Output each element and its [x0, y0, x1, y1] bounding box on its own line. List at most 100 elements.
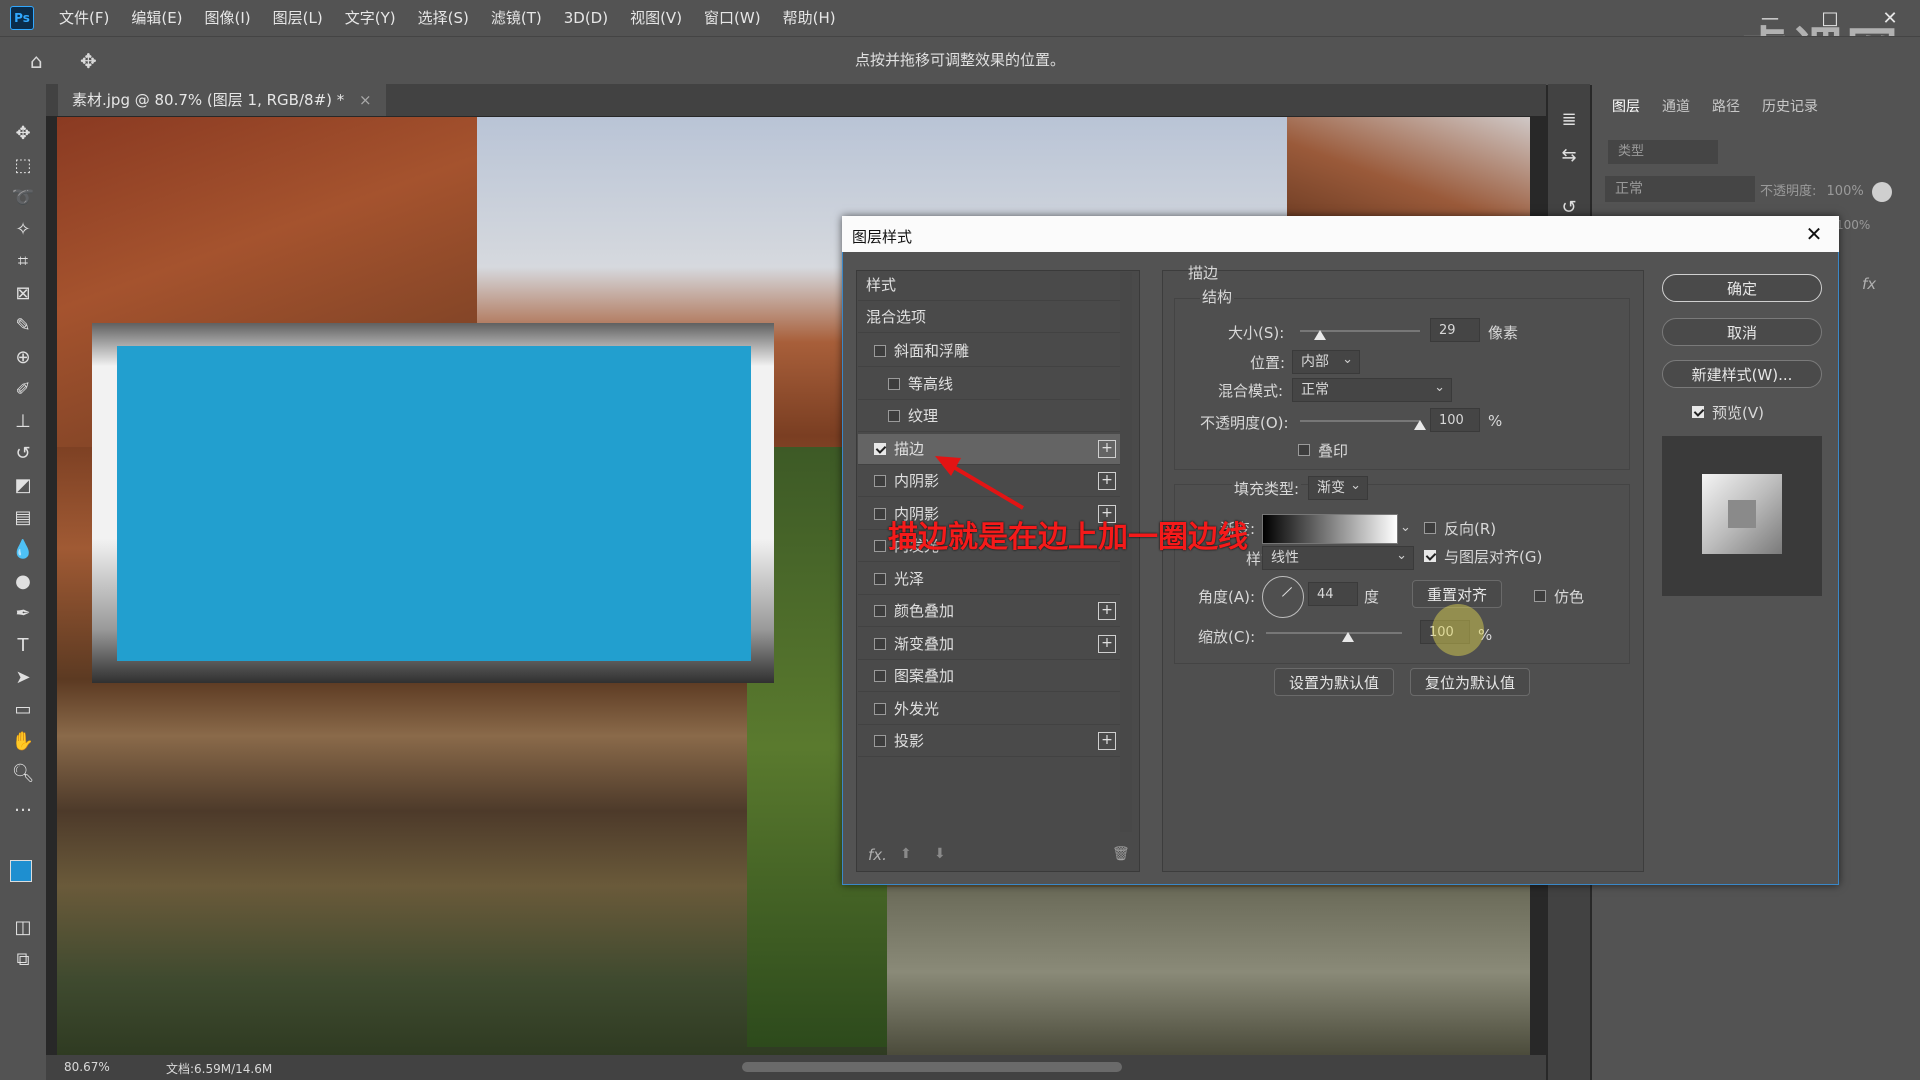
menu-item[interactable]: 选择(S) — [407, 0, 480, 36]
angle-dial[interactable] — [1262, 576, 1304, 618]
move-down-icon[interactable]: ⬇ — [934, 846, 946, 862]
stamp-icon[interactable]: ⊥ — [10, 408, 36, 434]
style-item-checkbox[interactable] — [874, 638, 886, 650]
crop-icon[interactable]: ⌗ — [10, 248, 36, 274]
style-item[interactable]: 纹理 — [858, 401, 1120, 432]
style-item-checkbox[interactable] — [874, 443, 886, 455]
style-item[interactable]: 图案叠加 — [858, 661, 1120, 692]
align-with-layer-checkbox[interactable] — [1424, 550, 1436, 562]
patch-icon[interactable]: ⊕ — [10, 344, 36, 370]
style-item[interactable]: 渐变叠加 + — [858, 629, 1120, 660]
menu-item[interactable]: 图像(I) — [194, 0, 262, 36]
close-window-button[interactable]: ✕ — [1860, 0, 1920, 36]
angle-input[interactable]: 44 — [1308, 582, 1358, 606]
menu-item[interactable]: 帮助(H) — [772, 0, 847, 36]
marquee-icon[interactable]: ⬚ — [10, 152, 36, 178]
make-default-button[interactable]: 设置为默认值 — [1274, 668, 1394, 696]
maximize-button[interactable]: □ — [1800, 0, 1860, 36]
new-style-button[interactable]: 新建样式(W)... — [1662, 360, 1822, 388]
document-tab[interactable]: 素材.jpg @ 80.7% (图层 1, RGB/8#) * × — [58, 84, 386, 116]
path-select-icon[interactable]: ➤ — [10, 664, 36, 690]
tab-layers[interactable]: 图层 — [1612, 96, 1640, 116]
blend-options-item[interactable]: 混合选项 — [858, 302, 1120, 333]
menu-item[interactable]: 编辑(E) — [120, 0, 193, 36]
reset-default-button[interactable]: 复位为默认值 — [1410, 668, 1530, 696]
style-item-checkbox[interactable] — [874, 605, 886, 617]
fill-type-dropdown[interactable]: 渐变 — [1308, 475, 1368, 500]
ok-button[interactable]: 确定 — [1662, 274, 1822, 302]
menu-item[interactable]: 文件(F) — [48, 0, 120, 36]
style-item[interactable]: 等高线 — [858, 369, 1120, 400]
pen-icon[interactable]: ✒ — [10, 600, 36, 626]
style-item[interactable]: 投影 + — [858, 726, 1120, 757]
style-item[interactable]: 光泽 — [858, 564, 1120, 595]
gradient-dropdown-icon[interactable]: ⌄ — [1400, 520, 1411, 535]
layer-fx-icon[interactable]: fx — [1862, 275, 1876, 293]
style-item-checkbox[interactable] — [874, 670, 886, 682]
hand-icon[interactable]: ✋ — [10, 728, 36, 754]
styles-header[interactable]: 样式 — [858, 270, 1120, 301]
eyedropper-icon[interactable]: ✎ — [10, 312, 36, 338]
menu-item[interactable]: 视图(V) — [619, 0, 693, 36]
type-icon[interactable]: T — [10, 632, 36, 658]
add-effect-icon[interactable]: + — [1098, 732, 1116, 750]
style-item-checkbox[interactable] — [874, 345, 886, 357]
style-item-checkbox[interactable] — [874, 540, 886, 552]
blue-rectangle-layer[interactable] — [117, 346, 751, 661]
style-item-checkbox[interactable] — [874, 703, 886, 715]
tab-history[interactable]: 历史记录 — [1762, 96, 1818, 116]
add-effect-icon[interactable]: + — [1098, 472, 1116, 490]
blur-icon[interactable]: 💧 — [10, 536, 36, 562]
size-slider-thumb[interactable] — [1314, 330, 1327, 340]
scale-slider[interactable] — [1266, 632, 1402, 634]
photoshop-logo-icon[interactable]: Ps — [10, 6, 34, 30]
history-brush-icon[interactable]: ↺ — [10, 440, 36, 466]
style-item-checkbox[interactable] — [874, 508, 886, 520]
horizontal-scrollbar[interactable] — [742, 1062, 1122, 1072]
adjustments-icon[interactable]: ⇆ — [1556, 142, 1582, 168]
style-item-checkbox[interactable] — [874, 735, 886, 747]
layer-type-filter[interactable]: 类型 — [1608, 140, 1718, 164]
menu-item[interactable]: 文字(Y) — [334, 0, 407, 36]
add-effect-icon[interactable]: + — [1098, 602, 1116, 620]
opacity-value[interactable]: 100% — [1827, 184, 1864, 199]
more-tools-icon[interactable]: … — [10, 792, 36, 818]
style-item[interactable]: 斜面和浮雕 — [858, 336, 1120, 367]
style-item-checkbox[interactable] — [874, 573, 886, 585]
menu-item[interactable]: 窗口(W) — [693, 0, 772, 36]
brush-settings-icon[interactable]: ≣ — [1556, 106, 1582, 132]
eraser-icon[interactable]: ◩ — [10, 472, 36, 498]
menu-item[interactable]: 图层(L) — [262, 0, 334, 36]
quick-mask-icon[interactable]: ◫ — [10, 914, 36, 940]
foreground-color-swatch[interactable] — [10, 860, 32, 882]
move-up-icon[interactable]: ⬆ — [900, 846, 912, 862]
zoom-icon[interactable]: 🔍︎ — [10, 760, 36, 786]
tab-close-icon[interactable]: × — [359, 91, 372, 109]
tab-channels[interactable]: 通道 — [1662, 96, 1690, 116]
cancel-button[interactable]: 取消 — [1662, 318, 1822, 346]
position-dropdown[interactable]: 内部 — [1292, 349, 1360, 374]
opacity-input[interactable]: 100 — [1430, 408, 1480, 432]
preview-checkbox[interactable] — [1692, 406, 1704, 418]
lasso-icon[interactable]: ➰ — [10, 184, 36, 210]
scale-slider-thumb[interactable] — [1341, 632, 1354, 642]
menu-item[interactable]: 滤镜(T) — [480, 0, 553, 36]
gradient-icon[interactable]: ▤ — [10, 504, 36, 530]
frame-icon[interactable]: ⊠ — [10, 280, 36, 306]
add-effect-icon[interactable]: + — [1098, 635, 1116, 653]
style-dropdown[interactable]: 线性 — [1262, 545, 1414, 570]
dodge-icon[interactable]: ● — [10, 568, 36, 594]
minimize-button[interactable]: — — [1740, 0, 1800, 36]
layer-blend-mode[interactable]: 正常 — [1605, 176, 1755, 202]
delete-effect-icon[interactable]: 🗑︎ — [1112, 846, 1130, 862]
blend-mode-dropdown[interactable]: 正常 — [1292, 377, 1452, 402]
tab-paths[interactable]: 路径 — [1712, 96, 1740, 116]
style-item[interactable]: 颜色叠加 + — [858, 596, 1120, 627]
opacity-slider-thumb[interactable] — [1414, 420, 1426, 430]
dither-checkbox[interactable] — [1534, 590, 1546, 602]
brush-icon[interactable]: ✐ — [10, 376, 36, 402]
magic-wand-icon[interactable]: ✧ — [10, 216, 36, 242]
overprint-checkbox[interactable] — [1298, 444, 1310, 456]
dialog-close-button[interactable]: ✕ — [1800, 220, 1828, 248]
opacity-slider[interactable] — [1300, 420, 1420, 422]
